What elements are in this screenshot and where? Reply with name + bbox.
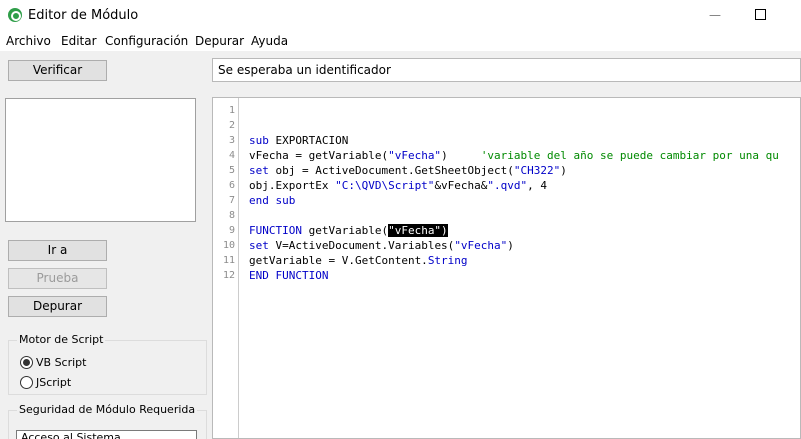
code-editor[interactable]: 1 2 3 4 5 6 7 8 9 10 11 12 sub EXPORTACION vFecha = …: [212, 97, 801, 439]
code-token: ): [441, 149, 481, 162]
code-token: getVariable = V.GetContent.: [249, 254, 428, 267]
code-token: String: [427, 254, 468, 267]
code-token: set: [249, 239, 269, 252]
line-number: 7: [228, 195, 235, 206]
menu-editar[interactable]: Editar: [61, 34, 97, 48]
selected-text: "vFecha"): [388, 224, 448, 237]
code-token: &vFecha&: [434, 179, 488, 192]
line-number: 2: [228, 120, 235, 131]
menu-bar: Archivo Editar Configuración Depurar Ayu…: [0, 31, 801, 51]
code-token: end sub: [249, 194, 296, 207]
menu-depurar[interactable]: Depurar: [195, 34, 244, 48]
code-token: getVariable(: [301, 224, 389, 237]
radio-unchecked-icon[interactable]: [20, 376, 33, 389]
module-list[interactable]: [5, 98, 196, 222]
radio-checked-icon[interactable]: [20, 356, 33, 369]
script-engine-title: Motor de Script: [17, 333, 106, 346]
radio-jscript-label: JScript: [36, 376, 72, 389]
code-token: ): [560, 164, 567, 177]
code-token: set: [249, 164, 269, 177]
radio-vbscript[interactable]: VB Script: [20, 356, 86, 369]
code-token: "CH322": [513, 164, 561, 177]
side-panel: Verificar Ir a Prueba Depurar Motor de S…: [0, 51, 212, 439]
menu-configuracion[interactable]: Configuración: [105, 34, 188, 48]
goto-button[interactable]: Ir a: [8, 240, 107, 261]
menu-archivo[interactable]: Archivo: [6, 34, 51, 48]
code-token: END FUNCTION: [249, 269, 329, 282]
code-token: sub: [249, 134, 269, 147]
menu-ayuda[interactable]: Ayuda: [251, 34, 288, 48]
code-line: set V=ActiveDocument.Variables("vFecha"): [249, 238, 514, 253]
window-title: Editor de Módulo: [28, 8, 139, 23]
code-line: vFecha = getVariable("vFecha") 'variable…: [249, 148, 779, 163]
code-line: set obj = ActiveDocument.GetSheetObject(…: [249, 163, 567, 178]
code-line: sub EXPORTACION: [249, 133, 348, 148]
line-number: 11: [222, 255, 235, 266]
radio-vbscript-label: VB Script: [36, 356, 87, 369]
radio-jscript[interactable]: JScript: [20, 376, 71, 389]
code-token: ".qvd": [487, 179, 528, 192]
title-bar: Editor de Módulo —: [0, 0, 801, 31]
debug-button[interactable]: Depurar: [8, 296, 107, 317]
qlikview-icon: [8, 8, 22, 22]
maximize-icon[interactable]: [755, 9, 766, 20]
code-token: obj = ActiveDocument.GetSheetObject(: [268, 164, 514, 177]
minimize-icon[interactable]: —: [709, 9, 721, 21]
code-line: obj.ExportEx "C:\QVD\Script"&vFecha&".qv…: [249, 178, 547, 193]
line-number: 1: [228, 105, 235, 116]
code-line: FUNCTION getVariable("vFecha"): [249, 223, 448, 238]
code-token: "C:\QVD\Script": [335, 179, 435, 192]
line-number: 9: [228, 225, 235, 236]
code-line: getVariable = V.GetContent.String: [249, 253, 468, 268]
line-number: 10: [222, 240, 235, 251]
code-token: 'variable del año se puede cambiar por u…: [480, 149, 779, 162]
security-title: Seguridad de Módulo Requerida: [17, 403, 198, 416]
code-token: V=ActiveDocument.Variables(: [268, 239, 455, 252]
code-token: "vFecha": [454, 239, 508, 252]
line-number: 12: [222, 270, 235, 281]
error-message-field: Se esperaba un identificador: [212, 58, 801, 82]
verify-button[interactable]: Verificar: [8, 60, 107, 81]
line-number: 3: [228, 135, 235, 146]
code-line: END FUNCTION: [249, 268, 328, 283]
code-line: end sub: [249, 193, 295, 208]
test-button[interactable]: Prueba: [8, 268, 107, 289]
line-number: 8: [228, 210, 235, 221]
code-token: EXPORTACION: [268, 134, 349, 147]
line-number-gutter: 1 2 3 4 5 6 7 8 9 10 11 12: [213, 98, 239, 438]
code-token: "vFecha": [388, 149, 442, 162]
security-select[interactable]: Acceso al Sistema: [16, 430, 197, 439]
code-token: FUNCTION: [249, 224, 302, 237]
code-token: vFecha = getVariable(: [249, 149, 389, 162]
code-token: ): [507, 239, 514, 252]
line-number: 4: [228, 150, 235, 161]
code-token: , 4: [527, 179, 548, 192]
line-number: 6: [228, 180, 235, 191]
line-number: 5: [228, 165, 235, 176]
code-token: obj.ExportEx: [249, 179, 336, 192]
